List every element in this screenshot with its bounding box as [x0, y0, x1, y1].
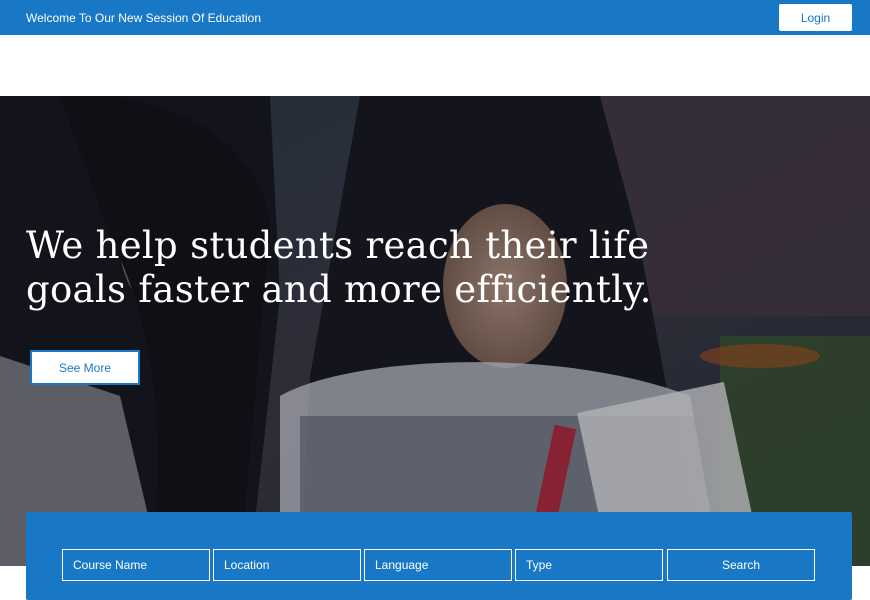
search-button[interactable]: Search: [667, 549, 815, 581]
top-bar: Welcome To Our New Session Of Education …: [0, 0, 870, 35]
welcome-text: Welcome To Our New Session Of Education: [26, 10, 261, 25]
language-field[interactable]: Language: [364, 549, 512, 581]
nav-area: [0, 35, 870, 96]
login-button[interactable]: Login: [779, 4, 852, 31]
hero-headline: We help students reach their life goals …: [26, 224, 652, 311]
hero-overlay: [0, 96, 870, 566]
hero-banner: We help students reach their life goals …: [0, 96, 870, 566]
see-more-button[interactable]: See More: [30, 350, 140, 385]
location-field[interactable]: Location: [213, 549, 361, 581]
course-name-field[interactable]: Course Name: [62, 549, 210, 581]
type-field[interactable]: Type: [515, 549, 663, 581]
search-row: Course Name Location Language Type Searc…: [62, 549, 815, 581]
course-search-panel: Course Name Location Language Type Searc…: [26, 512, 852, 600]
